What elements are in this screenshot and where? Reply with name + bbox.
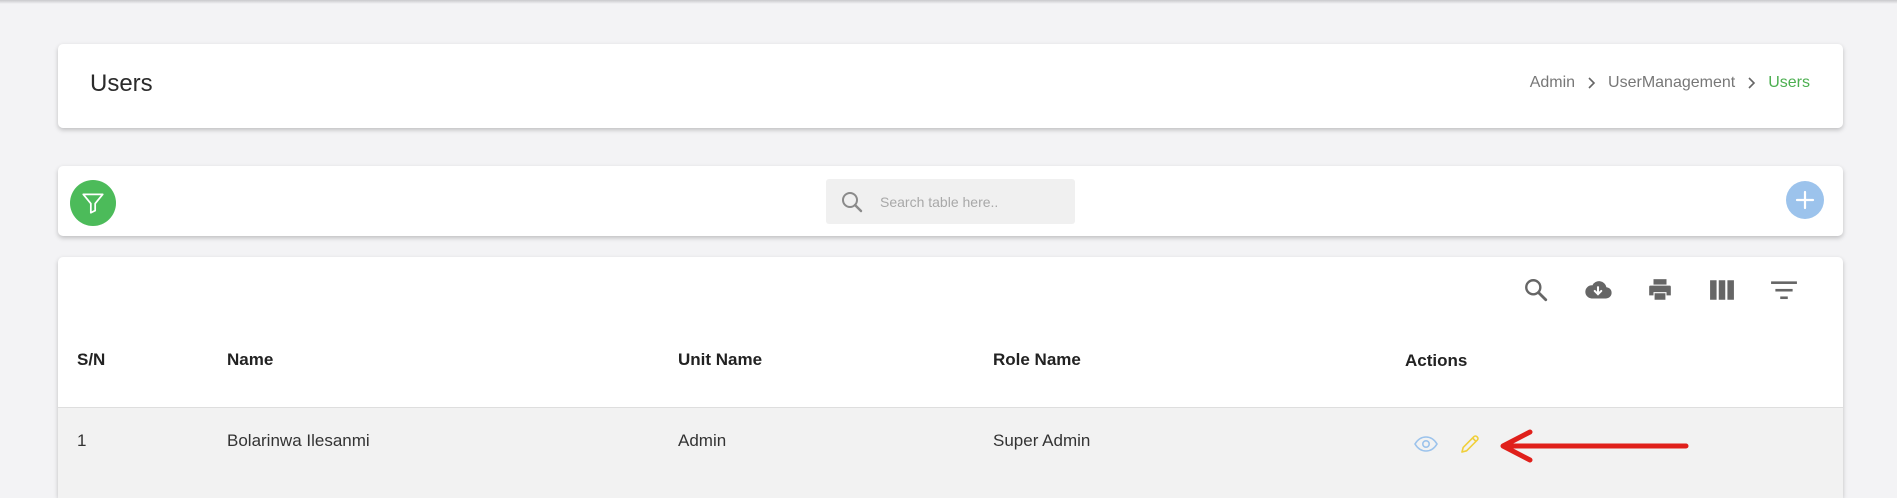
annotation-arrow xyxy=(1500,429,1689,463)
column-header-actions: Actions xyxy=(1405,351,1468,370)
table-toolbar xyxy=(58,166,1843,236)
download-button[interactable] xyxy=(1583,275,1613,305)
chevron-right-icon xyxy=(1587,77,1596,89)
cell-sn: 1 xyxy=(77,431,87,450)
chevron-right-icon xyxy=(1747,77,1756,89)
table-search-button[interactable] xyxy=(1521,275,1551,305)
row-actions xyxy=(1413,431,1483,457)
print-icon xyxy=(1649,279,1671,300)
add-user-button[interactable] xyxy=(1786,181,1824,219)
edit-button[interactable] xyxy=(1457,431,1483,457)
plus-icon xyxy=(1795,190,1815,210)
cell-role-name: Super Admin xyxy=(993,431,1091,450)
view-column-icon xyxy=(1710,280,1734,300)
view-columns-button[interactable] xyxy=(1707,275,1737,305)
filter-list-button[interactable] xyxy=(1769,275,1799,305)
breadcrumb-admin[interactable]: Admin xyxy=(1530,74,1575,92)
search-input[interactable] xyxy=(880,193,1040,210)
column-header-sn[interactable]: S/N xyxy=(77,350,105,370)
pencil-icon xyxy=(1461,435,1479,453)
top-shadow xyxy=(0,0,1897,4)
search-icon xyxy=(1525,279,1548,302)
filter-list-icon xyxy=(1771,281,1797,300)
view-button[interactable] xyxy=(1413,431,1439,457)
cell-unit-name: Admin xyxy=(678,431,727,450)
search-box xyxy=(826,179,1075,224)
breadcrumb: Admin UserManagement Users xyxy=(1530,74,1810,92)
filter-icon xyxy=(82,193,104,214)
page-header: Users Admin UserManagement Users xyxy=(58,44,1843,128)
table-tools xyxy=(1521,275,1799,305)
cell-name: Bolarinwa Ilesanmi xyxy=(227,431,370,450)
filter-button[interactable] xyxy=(70,180,116,226)
search-icon xyxy=(840,190,864,214)
page-title: Users xyxy=(90,70,153,97)
cloud-download-icon xyxy=(1585,281,1612,299)
column-header-name[interactable]: Name xyxy=(227,350,273,370)
breadcrumb-usermanagement[interactable]: UserManagement xyxy=(1608,74,1735,92)
column-header-role-name[interactable]: Role Name xyxy=(993,350,1081,370)
eye-icon xyxy=(1414,436,1438,452)
print-button[interactable] xyxy=(1645,275,1675,305)
column-header-unit-name[interactable]: Unit Name xyxy=(678,350,762,370)
breadcrumb-users: Users xyxy=(1768,74,1810,91)
